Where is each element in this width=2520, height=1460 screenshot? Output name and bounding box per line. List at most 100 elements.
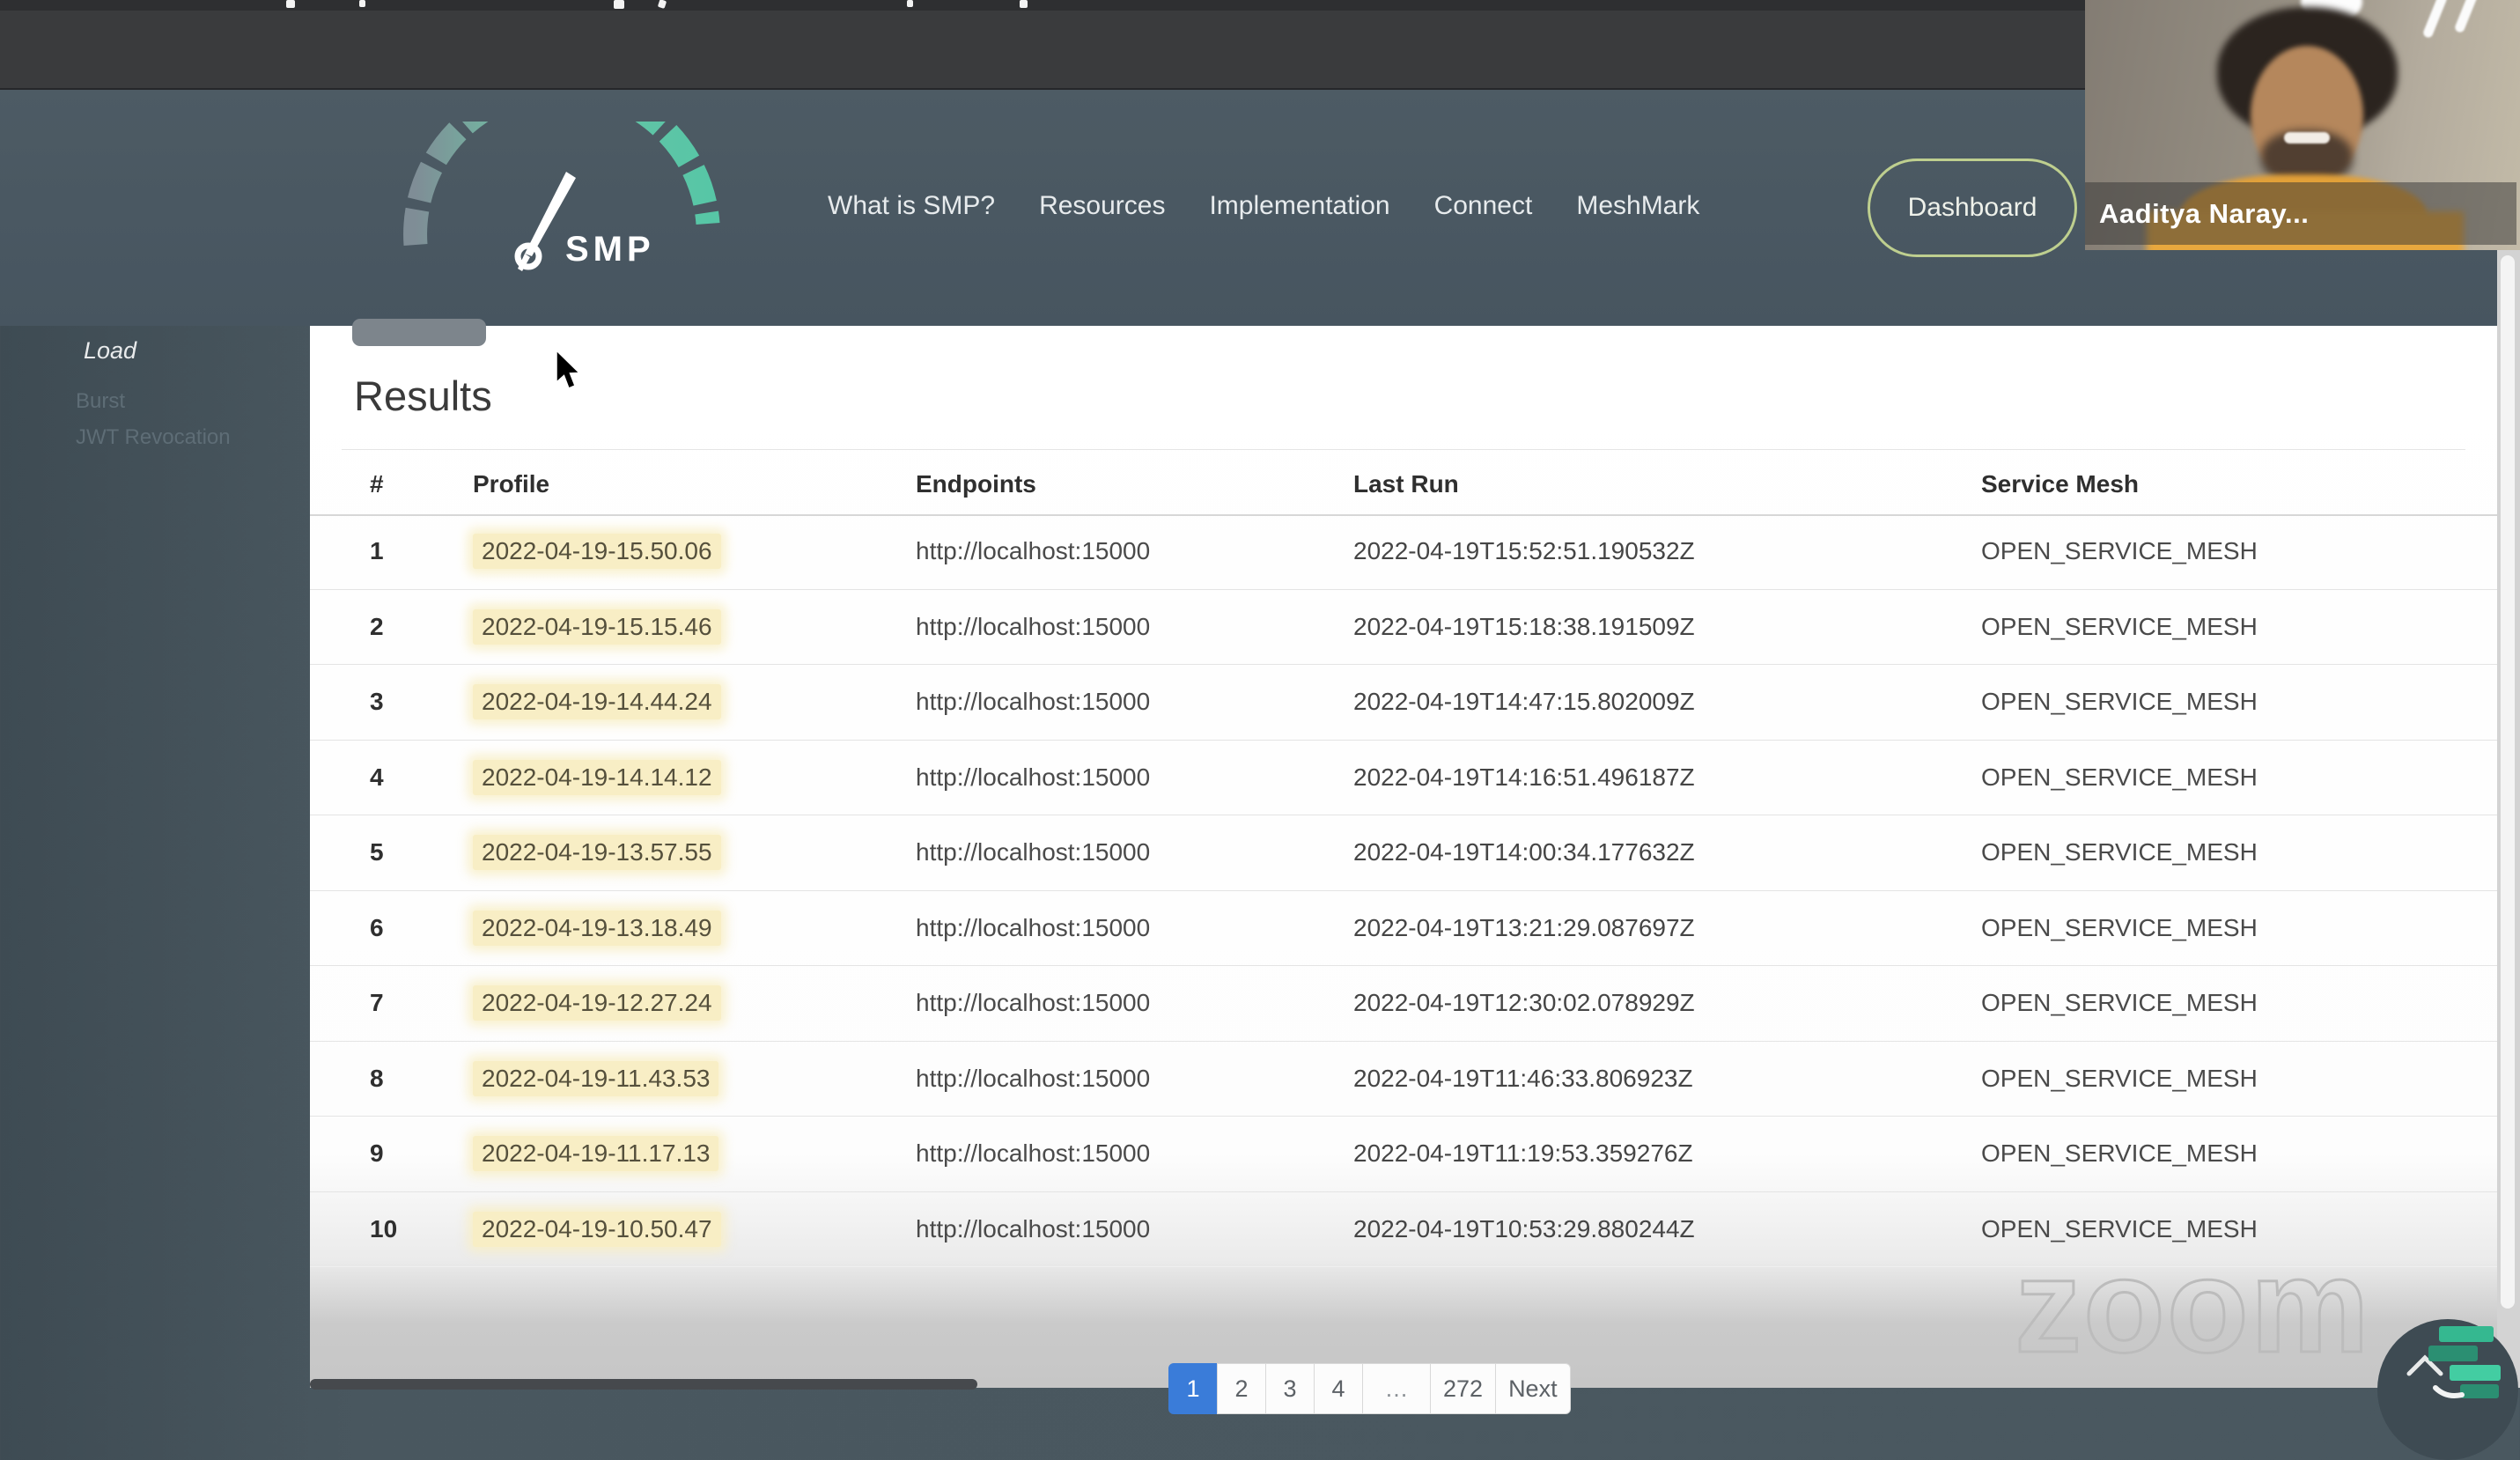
main-nav: What is SMP? Resources Implementation Conne… (828, 178, 1699, 234)
pagination: 1 2 3 4… 272 Next (1168, 1363, 1571, 1414)
table-row[interactable]: 8 2022-04-19-11.43.53 http://localhost:150… (310, 1042, 2497, 1117)
row-number: 2 (370, 612, 384, 640)
service-mesh-cell: OPEN_SERVICE_MESH (1981, 838, 2258, 866)
row-number: 7 (370, 989, 384, 1017)
profile-cell: 2022-04-19-13.57.55 (473, 815, 721, 890)
sidebar-item-burst[interactable]: Burst (76, 389, 125, 414)
table-row[interactable]: 6 2022-04-19-13.18.49 http://localhost:150… (310, 891, 2497, 966)
row-number: 6 (370, 913, 384, 941)
page-button-1[interactable]: 1 (1168, 1363, 1218, 1414)
profile-cell: 2022-04-19-14.14.12 (473, 741, 721, 815)
last-run-cell: 2022-04-19T14:47:15.802009Z (1353, 688, 1695, 716)
highlighted-profile-text[interactable]: 2022-04-19-14.14.12 (473, 759, 721, 795)
endpoints-cell: http://localhost:15000 (916, 913, 1151, 941)
next-page-button[interactable]: Next (1495, 1363, 1571, 1414)
nav-item-3[interactable]: Connect (1434, 191, 1533, 221)
highlighted-profile-text[interactable]: 2022-04-19-13.18.49 (473, 910, 721, 946)
service-mesh-cell: OPEN_SERVICE_MESH (1981, 913, 2258, 941)
row-number: 1 (370, 537, 384, 565)
column-header-mesh: Service Mesh (1981, 470, 2139, 498)
page-button-4[interactable]: 4 (1314, 1363, 1363, 1414)
smp-gauge-logo[interactable]: SMP (396, 122, 740, 280)
profile-cell: 2022-04-19-13.18.49 (473, 891, 721, 966)
horizontal-scrollbar-thumb[interactable] (310, 1379, 977, 1390)
last-run-cell: 2022-04-19T14:16:51.496187Z (1353, 763, 1695, 791)
nav-item-4[interactable]: MeshMark (1576, 191, 1699, 221)
last-run-cell: 2022-04-19T11:19:53.359276Z (1353, 1139, 1693, 1168)
nav-item-0[interactable]: What is SMP? (828, 191, 995, 221)
divider (342, 449, 2465, 450)
profile-cell: 2022-04-19-11.17.13 (473, 1117, 719, 1191)
endpoints-cell: http://localhost:15000 (916, 1214, 1151, 1242)
last-run-cell: 2022-04-19T10:53:29.880244Z (1353, 1214, 1695, 1242)
nav-item-2[interactable]: Implementation (1209, 191, 1389, 221)
participant-name: Aaditya Naray... (2099, 197, 2310, 229)
endpoints-cell: http://localhost:15000 (916, 838, 1151, 866)
highlighted-profile-text[interactable]: 2022-04-19-15.15.46 (473, 608, 721, 645)
card-tab[interactable] (352, 319, 486, 346)
service-mesh-cell: OPEN_SERVICE_MESH (1981, 1139, 2258, 1168)
highlighted-profile-text[interactable]: 2022-04-19-12.27.24 (473, 985, 721, 1021)
service-mesh-cell: OPEN_SERVICE_MESH (1981, 1064, 2258, 1092)
endpoints-cell: http://localhost:15000 (916, 1064, 1151, 1092)
highlighted-profile-text[interactable]: 2022-04-19-10.50.47 (473, 1211, 721, 1247)
mouse-cursor (556, 349, 581, 389)
page-button-3[interactable]: 3 (1265, 1363, 1315, 1414)
highlighted-profile-text[interactable]: 2022-04-19-11.43.53 (473, 1060, 719, 1096)
logo-text: SMP (565, 230, 655, 269)
service-mesh-cell: OPEN_SERVICE_MESH (1981, 688, 2258, 716)
endpoints-cell: http://localhost:15000 (916, 688, 1151, 716)
highlighted-profile-text[interactable]: 2022-04-19-11.17.13 (473, 1136, 719, 1172)
row-number: 8 (370, 1064, 384, 1092)
column-header-profile: Profile (473, 470, 550, 498)
table-row[interactable]: 4 2022-04-19-14.14.12 http://localhost:150… (310, 741, 2497, 815)
endpoints-cell: http://localhost:15000 (916, 612, 1151, 640)
webcam-video-tile[interactable]: Aaditya Naray... (2085, 0, 2520, 250)
service-mesh-cell: OPEN_SERVICE_MESH (1981, 537, 2258, 565)
profile-cell: 2022-04-19-11.43.53 (473, 1042, 719, 1117)
participant-name-label: Aaditya Naray... (2085, 182, 2516, 245)
person-smile (2284, 132, 2330, 144)
nav-item-dashboard[interactable]: Dashboard (1868, 159, 2077, 257)
table-row[interactable]: 2 2022-04-19-15.15.46 http://localhost:150… (310, 590, 2497, 665)
sidebar-item-jwt-revocation[interactable]: JWT Revocation (76, 425, 231, 450)
profile-cell: 2022-04-19-14.44.24 (473, 665, 721, 740)
column-header-endpoints: Endpoints (916, 470, 1036, 498)
sidebar-item-load[interactable]: Load (84, 337, 136, 365)
endpoints-cell: http://localhost:15000 (916, 1139, 1151, 1168)
dashboard-label: Dashboard (1907, 193, 2037, 222)
service-mesh-cell: OPEN_SERVICE_MESH (1981, 612, 2258, 640)
table-row[interactable]: 9 2022-04-19-11.17.13 http://localhost:150… (310, 1117, 2497, 1192)
row-number: 3 (370, 688, 384, 716)
highlighted-profile-text[interactable]: 2022-04-19-14.44.24 (473, 684, 721, 720)
table-row[interactable]: 5 2022-04-19-13.57.55 http://localhost:150… (310, 815, 2497, 891)
profile-cell: 2022-04-19-15.50.06 (473, 514, 721, 589)
row-number: 9 (370, 1139, 384, 1168)
page-button-272[interactable]: 272 (1430, 1363, 1497, 1414)
cropped-titlebar-strip (0, 0, 2085, 11)
highlighted-profile-text[interactable]: 2022-04-19-13.57.55 (473, 835, 721, 871)
table-row[interactable]: 3 2022-04-19-14.44.24 http://localhost:150… (310, 665, 2497, 741)
row-number: 5 (370, 838, 384, 866)
page-button-2[interactable]: 2 (1217, 1363, 1266, 1414)
last-run-cell: 2022-04-19T14:00:34.177632Z (1353, 838, 1695, 866)
page-title: Results (354, 372, 492, 419)
endpoints-cell: http://localhost:15000 (916, 763, 1151, 791)
profile-cell: 2022-04-19-10.50.47 (473, 1192, 721, 1267)
highlighted-profile-text[interactable]: 2022-04-19-15.50.06 (473, 534, 721, 570)
table-row[interactable]: 1 2022-04-19-15.50.06 http://localhost:150… (310, 514, 2497, 590)
row-number: 10 (370, 1214, 398, 1242)
last-run-cell: 2022-04-19T13:21:29.087697Z (1353, 913, 1695, 941)
vertical-scrollbar-thumb[interactable] (2501, 255, 2515, 1309)
table-row[interactable]: 7 2022-04-19-12.27.24 http://localhost:150… (310, 966, 2497, 1042)
endpoints-cell: http://localhost:15000 (916, 537, 1151, 565)
column-header-lastrun: Last Run (1353, 470, 1459, 498)
results-table-body: 1 2022-04-19-15.50.06 http://localhost:150… (310, 514, 2497, 1267)
last-run-cell: 2022-04-19T12:30:02.078929Z (1353, 989, 1695, 1017)
zoom-watermark: zoom (2014, 1230, 2371, 1383)
service-mesh-cell: OPEN_SERVICE_MESH (1981, 763, 2258, 791)
nav-item-1[interactable]: Resources (1039, 191, 1165, 221)
profile-cell: 2022-04-19-15.15.46 (473, 590, 721, 665)
background-highlight (2421, 0, 2449, 40)
endpoints-cell: http://localhost:15000 (916, 989, 1151, 1017)
